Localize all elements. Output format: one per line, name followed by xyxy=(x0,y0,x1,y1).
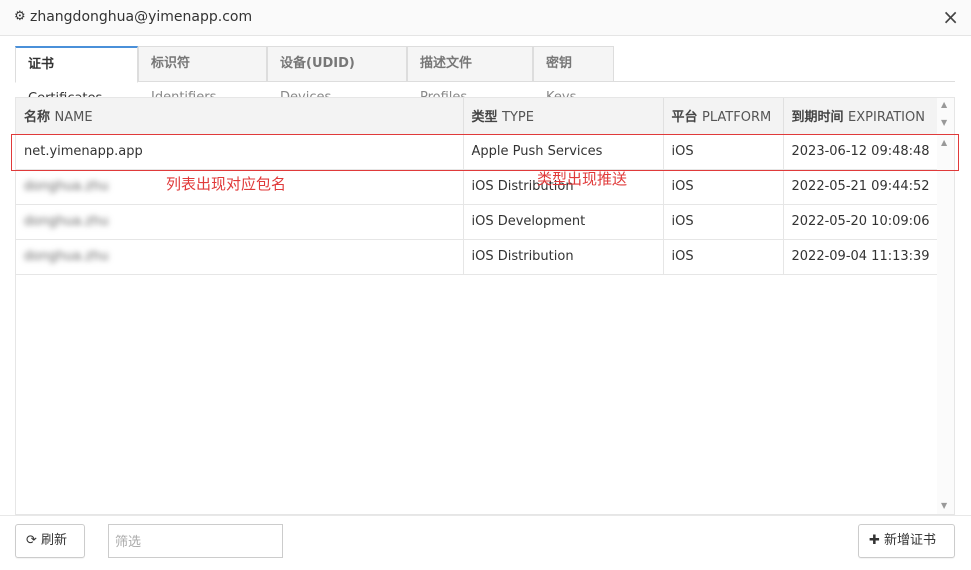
column-header-name[interactable]: 名称 NAME xyxy=(16,98,464,135)
tab-identifiers-cn: 标识符 xyxy=(151,56,191,71)
tab-keys-cn: 密钥 xyxy=(546,56,573,71)
tab-bar: 证书 Certificates 标识符 Identifiers 设备(UDID)… xyxy=(15,46,955,106)
certificates-table: 名称 NAME 类型 TYPE 平台 PLATFORM 到期时间 EXPIRAT… xyxy=(15,97,955,515)
table-row[interactable]: donghua.zhu iOS Development iOS 2022-05-… xyxy=(16,204,939,240)
scroll-up-icon[interactable]: ▲ xyxy=(941,100,947,109)
filter-input[interactable] xyxy=(108,524,283,558)
cell-type: iOS Development xyxy=(463,204,664,240)
tab-certificates-cn: 证书 xyxy=(28,57,55,72)
cell-name: donghua.zhu xyxy=(16,239,464,275)
column-header-platform[interactable]: 平台 PLATFORM xyxy=(663,98,784,135)
vertical-scrollbar[interactable]: ▲ ▼ ▲ ▼ xyxy=(937,98,954,514)
table-header-row: 名称 NAME 类型 TYPE 平台 PLATFORM 到期时间 EXPIRAT… xyxy=(16,98,939,135)
tab-devices[interactable]: 设备(UDID) Devices xyxy=(267,46,407,105)
header-type-cn: 类型 xyxy=(471,110,498,126)
column-header-expiration[interactable]: 到期时间 EXPIRATION xyxy=(783,98,939,135)
cell-platform: iOS xyxy=(663,204,784,240)
header-expiration-en: EXPIRATION xyxy=(848,110,925,126)
column-header-type[interactable]: 类型 TYPE xyxy=(463,98,664,135)
table-row[interactable]: net.yimenapp.app Apple Push Services iOS… xyxy=(16,134,939,170)
add-certificate-label: 新增证书 xyxy=(884,533,937,548)
cell-type: iOS Distribution xyxy=(463,239,664,275)
table-row[interactable]: donghua.zhu iOS Distribution iOS 2022-05… xyxy=(16,169,939,205)
add-certificate-button[interactable]: ✚ 新增证书 xyxy=(858,524,955,558)
cell-platform: iOS xyxy=(663,239,784,275)
scroll-down-icon[interactable]: ▼ xyxy=(941,501,947,510)
close-icon[interactable]: × xyxy=(942,5,959,29)
cell-type: Apple Push Services xyxy=(463,134,664,170)
cell-expiration: 2022-09-04 11:13:39 xyxy=(783,239,939,275)
gear-icon[interactable]: ⚙ xyxy=(14,9,26,24)
header-name-en: NAME xyxy=(54,110,93,126)
tab-identifiers[interactable]: 标识符 Identifiers xyxy=(138,46,267,105)
header-name-cn: 名称 xyxy=(24,110,51,126)
scroll-down-icon[interactable]: ▼ xyxy=(941,118,947,127)
cell-expiration: 2023-06-12 09:48:48 xyxy=(783,134,939,170)
cell-name: donghua.zhu xyxy=(16,204,464,240)
table-row[interactable]: donghua.zhu iOS Distribution iOS 2022-09… xyxy=(16,239,939,275)
refresh-button[interactable]: ⟳ 刷新 xyxy=(15,524,85,558)
header-platform-en: PLATFORM xyxy=(702,110,772,126)
cell-platform: iOS xyxy=(663,134,784,170)
refresh-icon: ⟳ xyxy=(26,533,37,548)
tab-keys[interactable]: 密钥 Keys xyxy=(533,46,614,105)
footer-divider xyxy=(0,515,971,516)
tab-devices-cn: 设备(UDID) xyxy=(280,56,355,71)
annotation-type-note: 类型出现推送 xyxy=(537,170,628,188)
cell-platform: iOS xyxy=(663,169,784,205)
header-type-en: TYPE xyxy=(502,110,534,126)
tab-profiles-cn: 描述文件 xyxy=(420,56,473,71)
tab-profiles[interactable]: 描述文件 Profiles xyxy=(407,46,533,105)
annotation-name-note: 列表出现对应包名 xyxy=(166,175,287,193)
cell-expiration: 2022-05-20 10:09:06 xyxy=(783,204,939,240)
tab-certificates[interactable]: 证书 Certificates xyxy=(15,46,138,106)
refresh-label: 刷新 xyxy=(41,533,68,548)
plus-icon: ✚ xyxy=(869,533,880,548)
header-platform-cn: 平台 xyxy=(671,110,698,126)
header-expiration-cn: 到期时间 xyxy=(791,110,844,126)
account-email: zhangdonghua@yimenapp.com xyxy=(30,9,253,25)
title-bar: ⚙ zhangdonghua@yimenapp.com × xyxy=(0,0,971,36)
cell-expiration: 2022-05-21 09:44:52 xyxy=(783,169,939,205)
scroll-up-icon[interactable]: ▲ xyxy=(941,138,947,147)
cell-name: net.yimenapp.app xyxy=(16,134,464,170)
